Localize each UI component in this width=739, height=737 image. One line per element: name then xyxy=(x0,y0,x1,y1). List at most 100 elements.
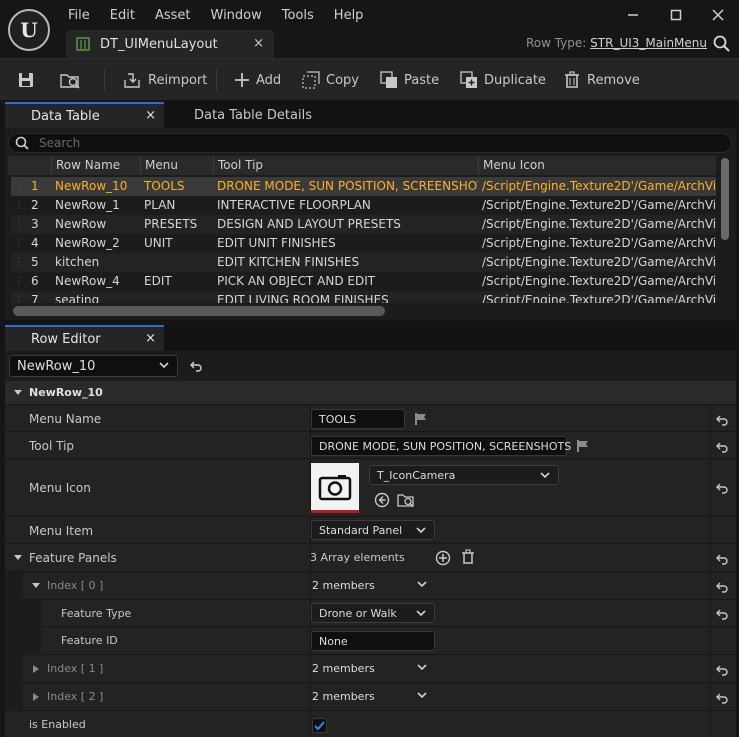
property-row-index-0[interactable]: Index [ 0 ] 2 members xyxy=(5,572,736,600)
search-input[interactable]: Search xyxy=(8,133,732,153)
tab-data-table[interactable]: Data Table × xyxy=(5,102,164,128)
menu-bar: File Edit Asset Window Tools Help xyxy=(58,6,373,25)
maximize-button[interactable] xyxy=(663,6,689,24)
tab-data-table-close-button[interactable]: × xyxy=(145,108,156,123)
property-row-menu-item: Menu Item Standard Panel xyxy=(5,517,736,544)
tool-tip-input[interactable]: DRONE MODE, SUN POSITION, SCREENSHOTS xyxy=(311,436,571,456)
tool-tip-cell: EDIT UNIT FINISHES xyxy=(217,236,336,250)
menu-window[interactable]: Window xyxy=(201,6,272,25)
column-header-tool-tip[interactable]: Tool Tip xyxy=(213,156,478,175)
feature-id-input[interactable]: None xyxy=(311,631,435,651)
menu-name-input[interactable]: TOOLS xyxy=(311,409,405,429)
row-selector-value: NewRow_10 xyxy=(17,358,96,374)
texture-thumbnail[interactable] xyxy=(311,463,359,513)
tab-row-editor[interactable]: Row Editor × xyxy=(5,325,164,351)
paste-button[interactable]: Paste xyxy=(380,59,439,101)
menu-item-dropdown[interactable]: Standard Panel xyxy=(311,520,435,540)
paste-label: Paste xyxy=(404,72,440,88)
tab-data-table-label: Data Table xyxy=(31,108,100,124)
property-row-index-2[interactable]: Index [ 2 ] 2 members xyxy=(5,683,736,711)
row-selector-dropdown[interactable]: NewRow_10 xyxy=(9,355,178,377)
close-window-button[interactable] xyxy=(705,6,731,24)
property-label: Menu Item xyxy=(29,524,94,538)
index-2-members-dropdown[interactable]: 2 members xyxy=(305,686,435,706)
add-button[interactable]: Add xyxy=(234,59,281,101)
duplicate-button[interactable]: Duplicate xyxy=(460,59,546,101)
index-0-members-dropdown[interactable]: 2 members xyxy=(305,575,435,595)
tab-row-editor-close-button[interactable]: × xyxy=(145,331,156,346)
browse-to-asset-button[interactable] xyxy=(60,59,88,101)
reset-arrow-icon[interactable] xyxy=(189,359,203,373)
row-name-cell: seating xyxy=(55,293,100,303)
menu-icon-asset-picker[interactable]: T_IconCamera xyxy=(369,465,559,485)
reset-arrow-icon[interactable] xyxy=(715,663,729,677)
flag-icon[interactable] xyxy=(576,439,590,453)
drag-handle-icon[interactable]: ⋮⋮ xyxy=(11,272,25,291)
menu-file[interactable]: File xyxy=(58,6,100,25)
table-row[interactable]: ⋮⋮ 7 seating EDIT LIVING ROOM FINISHES /… xyxy=(11,291,716,303)
save-button[interactable] xyxy=(17,59,41,101)
index-0-members: 2 members xyxy=(312,578,375,592)
add-element-icon[interactable] xyxy=(435,550,451,566)
reset-arrow-icon[interactable] xyxy=(715,481,729,495)
row-type-link[interactable]: STR_UI3_MainMenu xyxy=(590,36,707,50)
reset-arrow-icon[interactable] xyxy=(715,552,729,566)
menu-asset[interactable]: Asset xyxy=(145,6,201,25)
tool-tip-cell: DESIGN AND LAYOUT PRESETS xyxy=(217,217,401,231)
column-header-row-name[interactable]: Row Name xyxy=(51,156,140,175)
copy-button[interactable]: Copy xyxy=(302,59,359,101)
menu-tools[interactable]: Tools xyxy=(272,6,324,25)
drag-handle-icon[interactable]: ⋮⋮ xyxy=(11,291,25,303)
table-row[interactable]: ⋮⋮ 6 NewRow_4 EDIT PICK AN OBJECT AND ED… xyxy=(11,272,716,291)
column-header-menu-name[interactable]: Menu Name xyxy=(140,156,213,191)
index-1-members-dropdown[interactable]: 2 members xyxy=(305,658,435,678)
tab-data-table-details[interactable]: Data Table Details xyxy=(194,102,312,128)
minimize-icon xyxy=(628,14,638,16)
drag-handle-icon[interactable]: ⋮⋮ xyxy=(11,215,25,234)
row-number: 1 xyxy=(31,179,39,193)
browse-asset-icon[interactable] xyxy=(397,492,415,508)
column-divider xyxy=(310,711,311,737)
column-header-menu-icon[interactable]: Menu Icon xyxy=(478,156,716,175)
reset-arrow-icon[interactable] xyxy=(715,580,729,594)
reset-arrow-icon[interactable] xyxy=(715,440,729,454)
drag-handle-icon[interactable]: ⋮⋮ xyxy=(11,253,25,272)
reset-arrow-icon[interactable] xyxy=(715,413,729,427)
table-row[interactable]: ⋮⋮ 3 NewRow PRESETS DESIGN AND LAYOUT PR… xyxy=(11,215,716,234)
reset-arrow-icon[interactable] xyxy=(715,691,729,705)
property-row-tool-tip: Tool Tip DRONE MODE, SUN POSITION, SCREE… xyxy=(5,432,736,459)
horizontal-scrollbar[interactable] xyxy=(13,306,385,316)
trash-icon[interactable] xyxy=(461,549,475,565)
table-row[interactable]: ⋮⋮ 2 NewRow_1 PLAN INTERACTIVE FLOORPLAN… xyxy=(11,196,716,215)
table-row[interactable]: ⋮⋮ 1 NewRow_10 TOOLS DRONE MODE, SUN POS… xyxy=(11,177,716,196)
table-row[interactable]: ⋮⋮ 5 kitchen EDIT KITCHEN FINISHES /Scri… xyxy=(11,253,716,272)
feature-type-dropdown[interactable]: Drone or Walk xyxy=(311,603,435,623)
row-editor-tab-bar: Row Editor × xyxy=(5,325,736,351)
reimport-button[interactable]: Reimport xyxy=(122,59,207,101)
tool-tip-cell: DRONE MODE, SUN POSITION, SCREENSHOTS xyxy=(217,179,478,193)
property-row-is-enabled: is Enabled xyxy=(5,711,736,737)
flag-icon[interactable] xyxy=(414,412,428,426)
drag-handle-icon[interactable]: ⋮⋮ xyxy=(11,234,25,253)
property-row-index-1[interactable]: Index [ 1 ] 2 members xyxy=(5,655,736,683)
reset-arrow-icon[interactable] xyxy=(715,607,729,621)
document-tab-close-button[interactable]: × xyxy=(253,36,264,51)
drag-handle-icon[interactable]: ⋮⋮ xyxy=(11,196,25,215)
document-tab[interactable]: DT_UIMenuLayout × xyxy=(66,30,274,58)
row-editor-section-header[interactable]: NewRow_10 xyxy=(5,381,736,405)
drag-handle-icon[interactable]: ⋮⋮ xyxy=(11,177,25,196)
minimize-button[interactable] xyxy=(620,6,646,24)
vertical-scrollbar[interactable] xyxy=(721,158,729,240)
table-row[interactable]: ⋮⋮ 4 NewRow_2 UNIT EDIT UNIT FINISHES /S… xyxy=(11,234,716,253)
column-divider xyxy=(710,544,711,572)
unreal-logo[interactable]: U xyxy=(8,9,50,51)
row-type-browse-button[interactable] xyxy=(713,35,731,53)
camera-icon xyxy=(318,474,352,500)
column-divider xyxy=(710,683,711,711)
menu-edit[interactable]: Edit xyxy=(100,6,145,25)
menu-help[interactable]: Help xyxy=(324,6,374,25)
use-selected-asset-icon[interactable] xyxy=(374,492,390,508)
is-enabled-checkbox[interactable] xyxy=(312,718,327,733)
property-row-feature-panels[interactable]: Feature Panels 3 Array elements xyxy=(5,544,736,572)
remove-button[interactable]: Remove xyxy=(563,59,640,101)
